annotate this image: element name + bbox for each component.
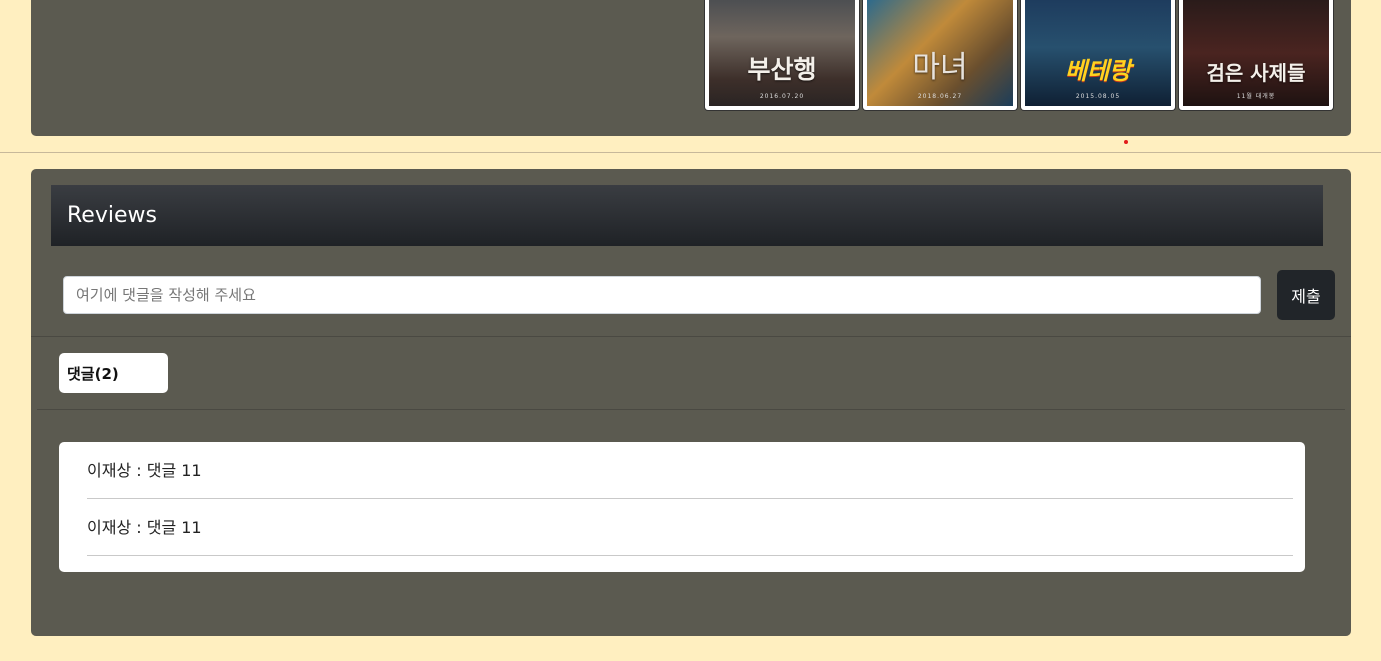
reviews-title: Reviews [67, 203, 157, 228]
list-item: 이재상 : 댓글 11 [87, 442, 1293, 499]
poster-busanhaeng[interactable]: 부산행 2016.07.20 [704, 0, 860, 111]
poster-image: 마녀 2018.06.27 [867, 0, 1013, 106]
reviews-header: Reviews [51, 185, 1323, 246]
comment-list: 이재상 : 댓글 11 이재상 : 댓글 11 [59, 442, 1305, 572]
poster-title: 마녀 [912, 50, 968, 85]
divider [37, 409, 1345, 410]
poster-row: 부산행 2016.07.20 마녀 2018.06.27 베테랑 2015.08… [704, 0, 1334, 111]
poster-title: 부산행 [747, 55, 817, 84]
comment-input[interactable] [63, 276, 1261, 314]
poster-manyeo[interactable]: 마녀 2018.06.27 [862, 0, 1018, 111]
section-divider [0, 152, 1381, 153]
poster-subtitle: 2015.08.05 [1075, 93, 1121, 100]
list-item: 이재상 : 댓글 11 [87, 499, 1293, 556]
submit-button[interactable]: 제출 [1277, 270, 1335, 320]
comment-count-tab[interactable]: 댓글(2) [59, 353, 168, 393]
divider [31, 336, 1351, 337]
poster-priests[interactable]: 검은 사제들 11월 대개봉 [1178, 0, 1334, 111]
poster-image: 베테랑 2015.08.05 [1025, 0, 1171, 106]
indicator-dot [1124, 140, 1128, 144]
poster-subtitle: 2016.07.20 [759, 93, 805, 100]
reviews-panel: Reviews 제출 댓글(2) 이재상 : 댓글 11 이재상 : 댓글 11 [31, 169, 1351, 636]
poster-title: 검은 사제들 [1206, 61, 1306, 85]
poster-image: 부산행 2016.07.20 [709, 0, 855, 106]
poster-title: 베테랑 [1064, 56, 1132, 85]
poster-subtitle: 2018.06.27 [917, 93, 963, 100]
movie-panel: 부산행 2016.07.20 마녀 2018.06.27 베테랑 2015.08… [31, 0, 1351, 136]
poster-veteran[interactable]: 베테랑 2015.08.05 [1020, 0, 1176, 111]
poster-subtitle: 11월 대개봉 [1236, 93, 1276, 100]
poster-image: 검은 사제들 11월 대개봉 [1183, 0, 1329, 106]
